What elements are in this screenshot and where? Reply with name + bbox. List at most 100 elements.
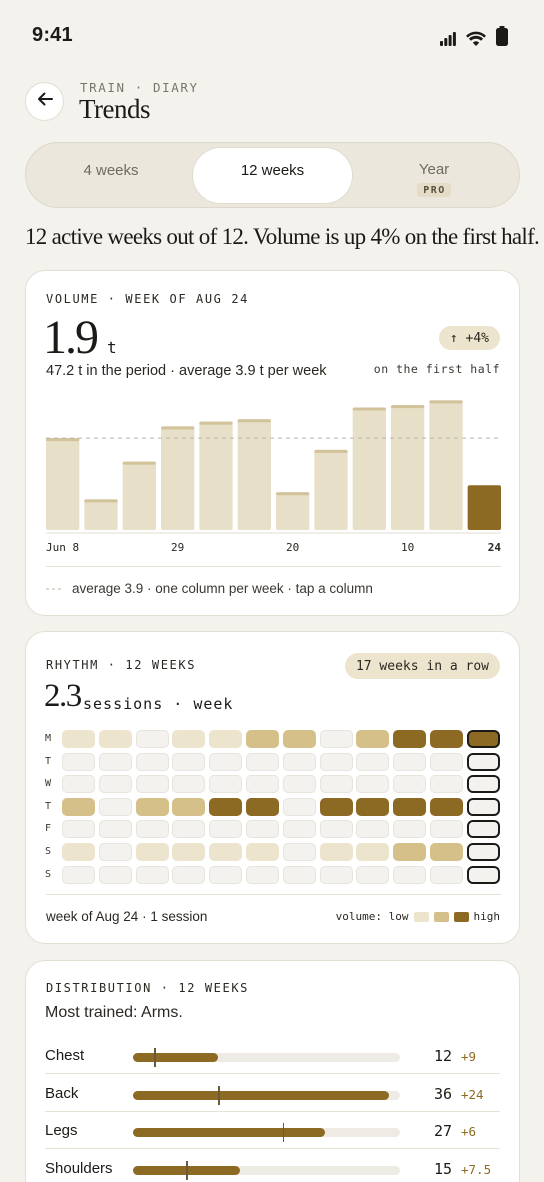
heatmap-cell[interactable] bbox=[356, 730, 390, 748]
distribution-row[interactable]: Chest 12 +9 bbox=[45, 1037, 500, 1074]
heatmap-cell[interactable] bbox=[319, 775, 353, 794]
heatmap-cell[interactable] bbox=[172, 752, 206, 771]
heatmap-cell[interactable] bbox=[430, 752, 463, 771]
volume-bar[interactable] bbox=[391, 405, 425, 530]
distribution-row[interactable]: Shoulders 15 +7.5 bbox=[45, 1150, 500, 1182]
heatmap-cell[interactable] bbox=[282, 797, 316, 816]
heatmap-cell[interactable] bbox=[393, 797, 427, 816]
heatmap-cell[interactable] bbox=[282, 775, 316, 794]
heatmap-cell[interactable] bbox=[172, 797, 206, 816]
heatmap-cell[interactable] bbox=[319, 865, 353, 884]
heatmap-cell[interactable] bbox=[466, 752, 500, 771]
heatmap-cell[interactable] bbox=[172, 775, 206, 794]
heatmap-cell[interactable] bbox=[62, 730, 95, 748]
heatmap-cell[interactable] bbox=[246, 843, 279, 861]
heatmap-cell[interactable] bbox=[172, 865, 206, 884]
heatmap-cell[interactable] bbox=[430, 843, 463, 861]
heatmap-cell[interactable] bbox=[466, 775, 500, 794]
heatmap-cell[interactable] bbox=[62, 752, 95, 771]
heatmap-cell[interactable] bbox=[135, 820, 169, 839]
tab-12-weeks[interactable]: 12 weeks bbox=[192, 147, 353, 204]
heatmap-cell[interactable] bbox=[209, 730, 243, 748]
heatmap-cell[interactable] bbox=[62, 865, 95, 884]
heatmap-cell[interactable] bbox=[209, 843, 243, 861]
heatmap-cell[interactable] bbox=[172, 820, 206, 839]
distribution-row[interactable]: Legs 27 +6 bbox=[45, 1112, 500, 1149]
heatmap-cell[interactable] bbox=[393, 865, 427, 884]
heatmap-cell[interactable] bbox=[135, 775, 169, 794]
heatmap-cell[interactable] bbox=[356, 843, 390, 861]
heatmap-cell[interactable] bbox=[62, 775, 95, 794]
heatmap-cell[interactable] bbox=[356, 775, 390, 794]
heatmap-cell[interactable] bbox=[209, 820, 243, 839]
heatmap-cell[interactable] bbox=[282, 752, 316, 771]
heatmap-cell[interactable] bbox=[172, 843, 206, 861]
heatmap-cell[interactable] bbox=[246, 797, 279, 816]
back-button[interactable] bbox=[25, 82, 64, 121]
heatmap-cell[interactable] bbox=[98, 730, 132, 748]
volume-bar[interactable] bbox=[237, 419, 271, 530]
heatmap-cell[interactable] bbox=[62, 797, 95, 816]
heatmap-cell[interactable] bbox=[393, 752, 427, 771]
heatmap-cell[interactable] bbox=[430, 820, 463, 839]
heatmap-cell[interactable] bbox=[135, 730, 169, 748]
heatmap-cell[interactable] bbox=[466, 843, 500, 861]
heatmap-cell[interactable] bbox=[98, 843, 132, 861]
heatmap-cell[interactable] bbox=[172, 730, 206, 748]
heatmap-cell[interactable] bbox=[430, 730, 463, 748]
volume-bar[interactable] bbox=[84, 499, 118, 530]
heatmap-cell[interactable] bbox=[98, 820, 132, 839]
heatmap-cell[interactable] bbox=[282, 865, 316, 884]
heatmap-cell[interactable] bbox=[246, 730, 279, 748]
heatmap-cell[interactable] bbox=[356, 752, 390, 771]
heatmap-cell[interactable] bbox=[135, 797, 169, 816]
heatmap-cell[interactable] bbox=[98, 797, 132, 816]
volume-bar[interactable] bbox=[467, 485, 501, 530]
heatmap-cell[interactable] bbox=[466, 797, 500, 816]
heatmap-cell[interactable] bbox=[246, 820, 279, 839]
heatmap-cell[interactable] bbox=[98, 775, 132, 794]
heatmap-cell[interactable] bbox=[282, 730, 316, 748]
heatmap-cell[interactable] bbox=[209, 752, 243, 771]
heatmap-cell[interactable] bbox=[246, 865, 279, 884]
volume-bar[interactable] bbox=[161, 426, 195, 530]
heatmap-cell[interactable] bbox=[430, 865, 463, 884]
heatmap-cell[interactable] bbox=[393, 843, 427, 861]
heatmap-cell[interactable] bbox=[393, 730, 427, 748]
volume-bar[interactable] bbox=[352, 407, 386, 530]
tab-year[interactable]: Year PRO bbox=[353, 147, 515, 204]
heatmap-cell[interactable] bbox=[466, 865, 500, 884]
heatmap-cell[interactable] bbox=[282, 820, 316, 839]
heatmap-cell[interactable] bbox=[319, 730, 353, 748]
heatmap-cell[interactable] bbox=[319, 843, 353, 861]
heatmap-cell[interactable] bbox=[246, 752, 279, 771]
volume-bar[interactable] bbox=[46, 438, 80, 530]
heatmap-cell[interactable] bbox=[319, 820, 353, 839]
heatmap-cell[interactable] bbox=[246, 775, 279, 794]
volume-bar[interactable] bbox=[314, 449, 348, 530]
heatmap-cell[interactable] bbox=[98, 865, 132, 884]
heatmap-cell[interactable] bbox=[209, 775, 243, 794]
volume-bar[interactable] bbox=[122, 461, 156, 530]
heatmap-cell[interactable] bbox=[135, 865, 169, 884]
heatmap-cell[interactable] bbox=[356, 820, 390, 839]
heatmap-cell[interactable] bbox=[98, 752, 132, 771]
heatmap-cell[interactable] bbox=[135, 843, 169, 861]
heatmap-cell[interactable] bbox=[393, 820, 427, 839]
heatmap-cell[interactable] bbox=[466, 730, 500, 748]
heatmap-cell[interactable] bbox=[430, 775, 463, 794]
heatmap-cell[interactable] bbox=[319, 752, 353, 771]
volume-bar[interactable] bbox=[276, 492, 310, 530]
heatmap-cell[interactable] bbox=[466, 820, 500, 839]
heatmap-cell[interactable] bbox=[282, 843, 316, 861]
heatmap-cell[interactable] bbox=[209, 797, 243, 816]
distribution-row[interactable]: Back 36 +24 bbox=[45, 1075, 500, 1112]
heatmap-cell[interactable] bbox=[430, 797, 463, 816]
heatmap-cell[interactable] bbox=[319, 797, 353, 816]
volume-bar[interactable] bbox=[429, 400, 463, 530]
tab-4-weeks[interactable]: 4 weeks bbox=[30, 147, 192, 204]
heatmap-cell[interactable] bbox=[62, 820, 95, 839]
heatmap-cell[interactable] bbox=[356, 797, 390, 816]
heatmap-cell[interactable] bbox=[135, 752, 169, 771]
heatmap-cell[interactable] bbox=[209, 865, 243, 884]
